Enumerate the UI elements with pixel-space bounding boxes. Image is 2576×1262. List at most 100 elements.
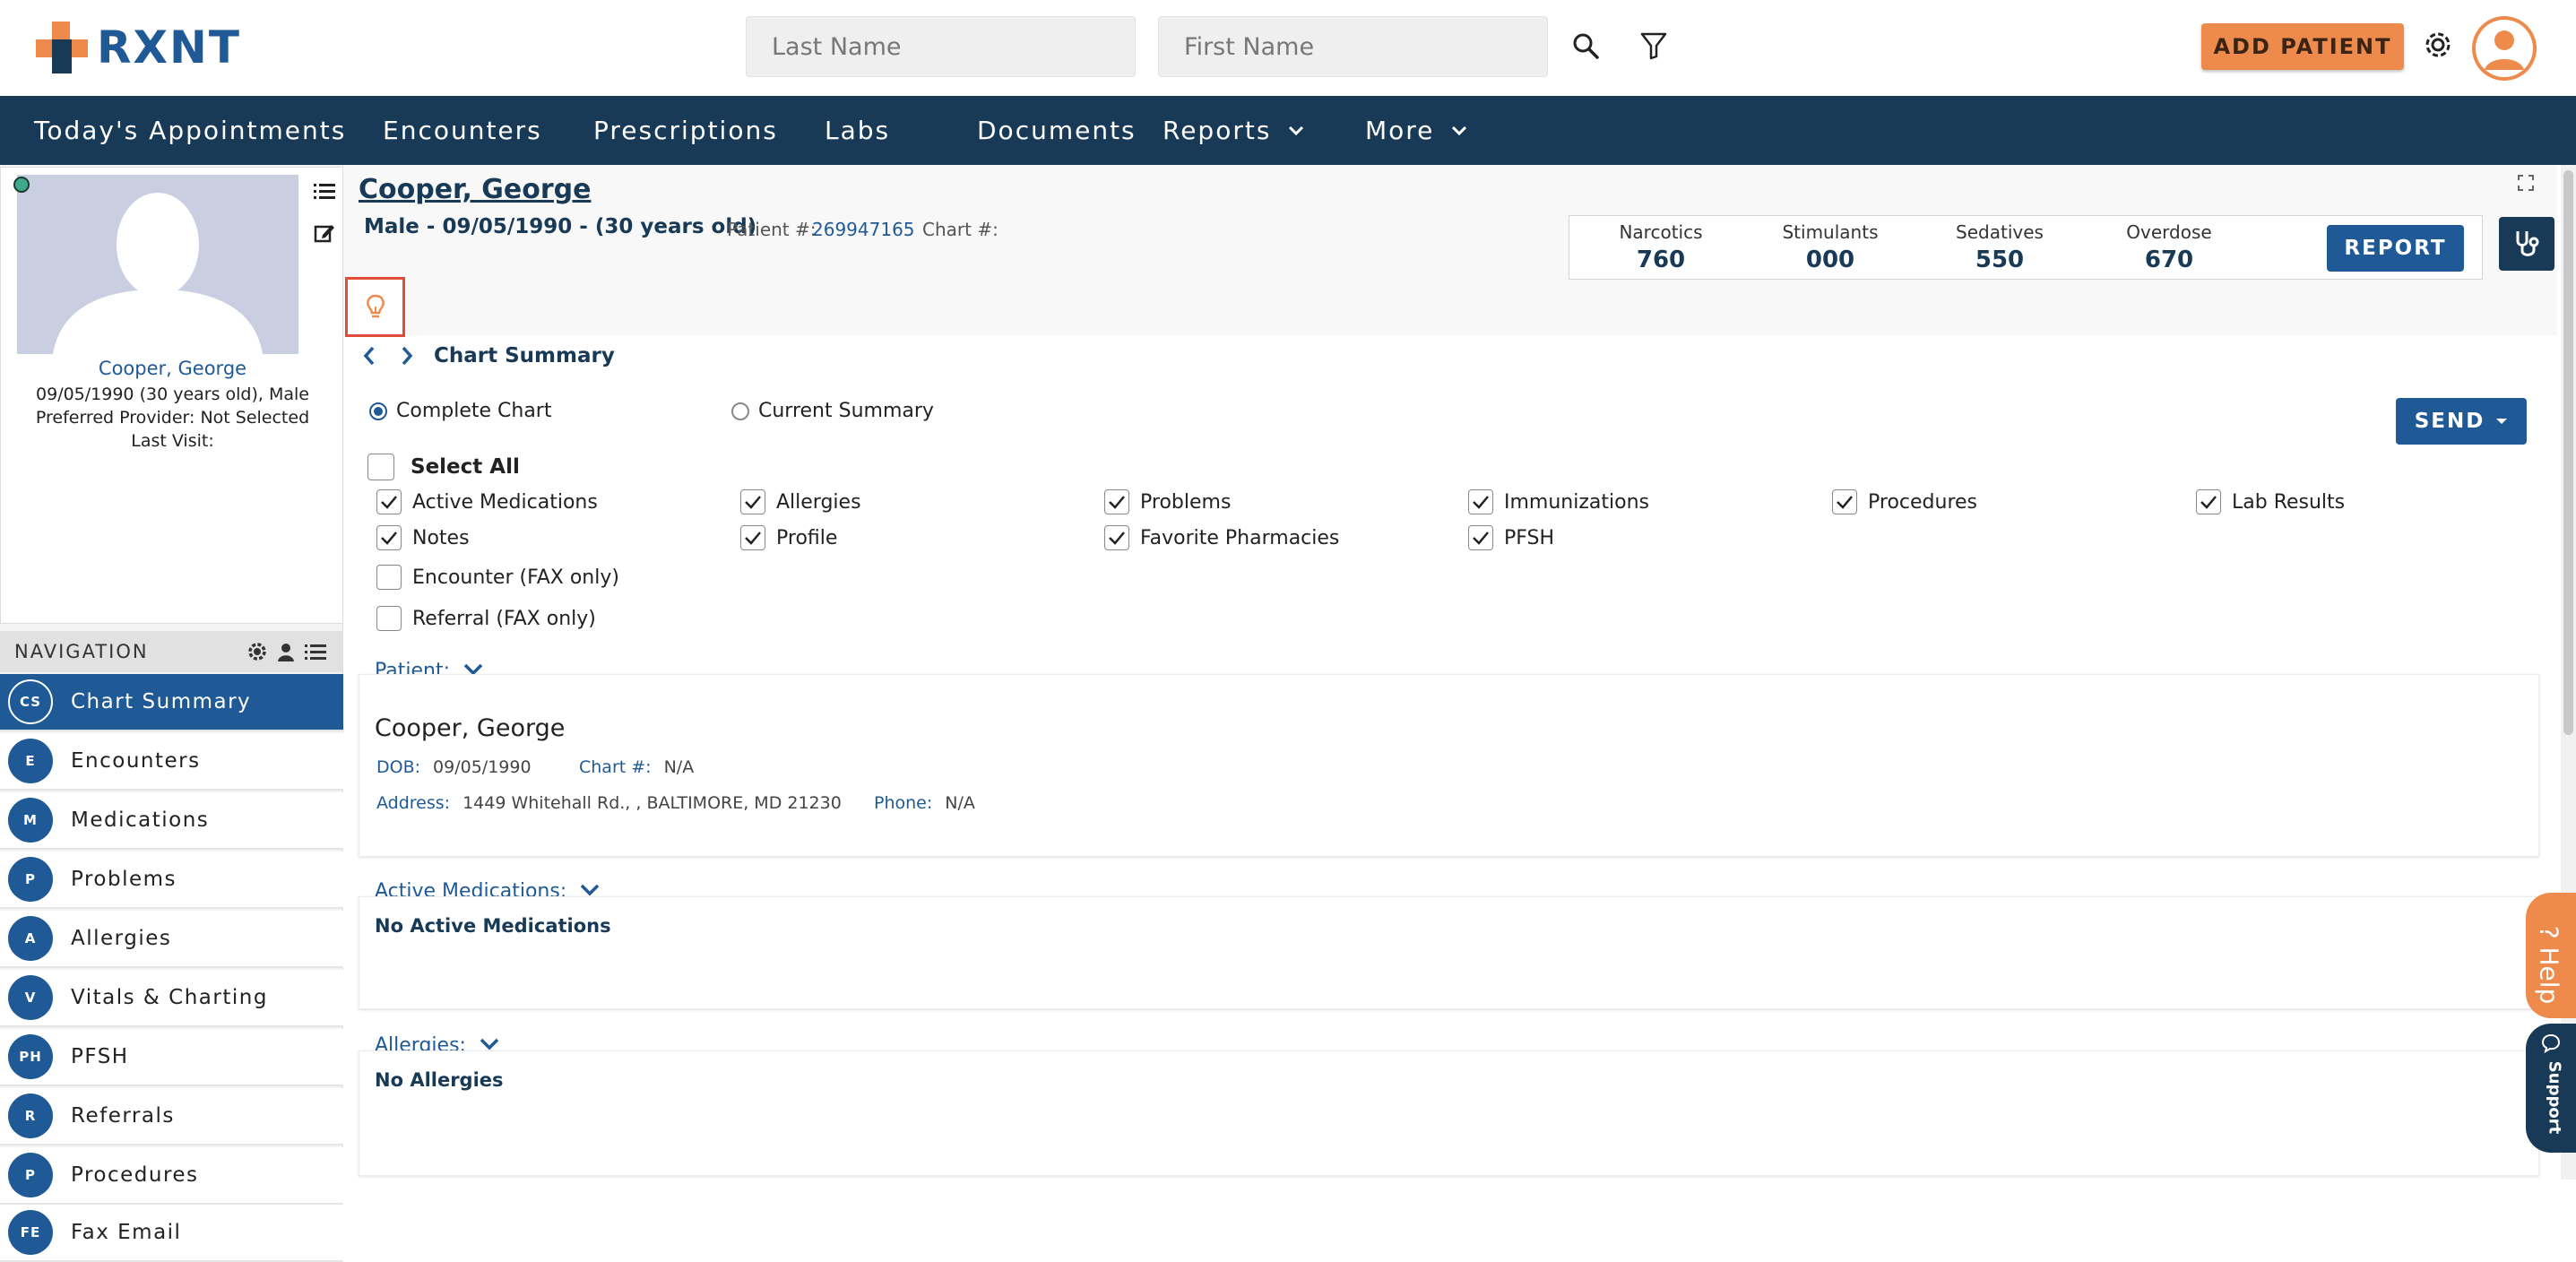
current-summary-radio[interactable]: Current Summary — [731, 400, 934, 422]
sidebar-item-fax-email[interactable]: FE Fax Email — [0, 1205, 343, 1262]
radio-label: Complete Chart — [396, 400, 552, 422]
patient-header: Cooper, George Male - 09/05/1990 - (30 y… — [343, 165, 2557, 337]
chevron-down-icon — [580, 884, 600, 896]
patient-card-last-visit: Last Visit: — [131, 431, 214, 451]
lightbulb-button[interactable] — [345, 277, 405, 337]
nav-encounters[interactable]: Encounters — [383, 96, 542, 165]
checkmark-icon — [740, 525, 765, 550]
checkbox-label: Select All — [411, 455, 520, 479]
checkbox-box — [376, 606, 402, 631]
nav-more-label: More — [1365, 116, 1435, 145]
option-checkbox-pfsh[interactable]: PFSH — [1468, 525, 1554, 550]
phone-value: N/A — [945, 793, 975, 813]
person-icon[interactable] — [276, 642, 296, 666]
address-value: 1449 Whitehall Rd., , BALTIMORE, MD 2123… — [462, 793, 842, 813]
checkmark-icon — [740, 489, 765, 514]
chevron-left-icon[interactable] — [360, 344, 378, 367]
chevron-down-icon — [1289, 125, 1304, 135]
option-checkbox-allergies[interactable]: Allergies — [740, 489, 861, 514]
first-name-input[interactable] — [1158, 16, 1548, 77]
sidebar-item-badge: A — [8, 916, 53, 961]
sidebar-item-encounters[interactable]: E Encounters — [0, 733, 343, 791]
checkbox-label: Lab Results — [2232, 490, 2346, 514]
pdmp-stats: Narcotics 760 Stimulants 000 Sedatives 5… — [1569, 215, 2483, 280]
scroll-thumb[interactable] — [2563, 170, 2573, 735]
rxnt-logo[interactable]: RXNT — [34, 20, 241, 75]
navigation-header-label: NAVIGATION — [14, 641, 149, 662]
nav-prescriptions[interactable]: Prescriptions — [593, 96, 778, 165]
option-checkbox-immunizations[interactable]: Immunizations — [1468, 489, 1649, 514]
option-checkbox-profile[interactable]: Profile — [740, 525, 837, 550]
sidebar-item-problems[interactable]: P Problems — [0, 851, 343, 909]
patient-card-provider: Preferred Provider: Not Selected — [35, 408, 310, 428]
radio-indicator — [369, 402, 387, 420]
sidebar-item-label: Problems — [71, 868, 177, 891]
select-all-checkbox[interactable]: Select All — [367, 454, 520, 480]
sidebar-item-badge: E — [8, 739, 53, 783]
support-tab-label: Support — [2545, 1060, 2564, 1135]
gear-icon[interactable] — [247, 642, 267, 666]
sidebar-item-badge: R — [8, 1093, 53, 1138]
sidebar-item-label: Chart Summary — [71, 690, 252, 713]
sidebar-item-badge: CS — [8, 679, 53, 724]
checkbox-label: Favorite Pharmacies — [1140, 526, 1340, 549]
option-checkbox-encounter-fax-only[interactable]: Encounter (FAX only) — [376, 565, 619, 590]
stat-narcotics: Narcotics 760 — [1589, 221, 1733, 273]
patient-card-dob: 09/05/1990 (30 years old), Male — [36, 385, 309, 404]
radio-indicator — [731, 402, 749, 420]
sidebar-item-badge: P — [8, 1153, 53, 1197]
nav-todays-appointments[interactable]: Today's Appointments — [34, 96, 346, 165]
checkbox-label: Notes — [412, 526, 470, 549]
checkbox-label: Allergies — [776, 490, 861, 514]
list-icon[interactable] — [305, 642, 326, 666]
gear-icon[interactable] — [2420, 25, 2456, 65]
option-checkbox-problems[interactable]: Problems — [1104, 489, 1231, 514]
sidebar-item-vitals-charting[interactable]: V Vitals & Charting — [0, 970, 343, 1027]
option-checkbox-referral-fax-only[interactable]: Referral (FAX only) — [376, 606, 596, 631]
edit-icon[interactable] — [309, 220, 340, 246]
last-name-input[interactable] — [746, 16, 1136, 77]
sidebar-item-chart-summary[interactable]: CS Chart Summary — [0, 674, 343, 731]
logo-text: RXNT — [97, 22, 242, 73]
search-icon[interactable] — [1567, 27, 1604, 65]
chevron-right-icon[interactable] — [398, 344, 416, 367]
add-patient-button[interactable]: ADD PATIENT — [2201, 23, 2404, 70]
nav-more[interactable]: More — [1365, 96, 1468, 165]
stat-label: Overdose — [2126, 221, 2212, 243]
page-title: Chart Summary — [434, 344, 615, 367]
chart-number-label: Chart #: — [922, 219, 998, 240]
main-content: Cooper, George Male - 09/05/1990 - (30 y… — [343, 165, 2557, 1180]
checkbox-label: Referral (FAX only) — [412, 607, 596, 630]
report-button[interactable]: REPORT — [2327, 225, 2464, 272]
sidebar-item-label: Fax Email — [71, 1221, 182, 1244]
sidebar-item-procedures[interactable]: P Procedures — [0, 1147, 343, 1205]
sidebar-item-pfsh[interactable]: PH PFSH — [0, 1029, 343, 1086]
send-button[interactable]: SEND — [2396, 398, 2527, 445]
user-avatar[interactable] — [2472, 16, 2537, 81]
option-checkbox-lab-results[interactable]: Lab Results — [2196, 489, 2345, 514]
nav-labs[interactable]: Labs — [825, 96, 890, 165]
expand-icon[interactable] — [2517, 174, 2535, 195]
patient-name-link[interactable]: Cooper, George — [359, 174, 591, 205]
nav-documents[interactable]: Documents — [977, 96, 1137, 165]
option-checkbox-favorite-pharmacies[interactable]: Favorite Pharmacies — [1104, 525, 1339, 550]
stat-stimulants: Stimulants 000 — [1759, 221, 1902, 273]
sidebar-item-label: Referrals — [71, 1104, 175, 1128]
sidebar-item-badge: P — [8, 857, 53, 902]
sidebar-item-medications[interactable]: M Medications — [0, 792, 343, 850]
filter-icon[interactable] — [1635, 27, 1673, 65]
nav-reports[interactable]: Reports — [1163, 96, 1305, 165]
checkmark-icon — [1104, 489, 1129, 514]
sidebar-item-allergies[interactable]: A Allergies — [0, 911, 343, 968]
patient-card-name[interactable]: Cooper, George — [1, 358, 344, 379]
stethoscope-icon[interactable] — [2499, 217, 2554, 271]
complete-chart-radio[interactable]: Complete Chart — [369, 400, 551, 422]
sidebar-item-referrals[interactable]: R Referrals — [0, 1088, 343, 1145]
checkbox-label: Procedures — [1868, 490, 1977, 514]
option-checkbox-active-medications[interactable]: Active Medications — [376, 489, 598, 514]
option-checkbox-procedures[interactable]: Procedures — [1832, 489, 1977, 514]
list-icon[interactable] — [309, 178, 340, 205]
phone-row: Phone: N/A — [874, 793, 975, 813]
option-checkbox-notes[interactable]: Notes — [376, 525, 470, 550]
send-button-label: SEND — [2414, 410, 2485, 433]
